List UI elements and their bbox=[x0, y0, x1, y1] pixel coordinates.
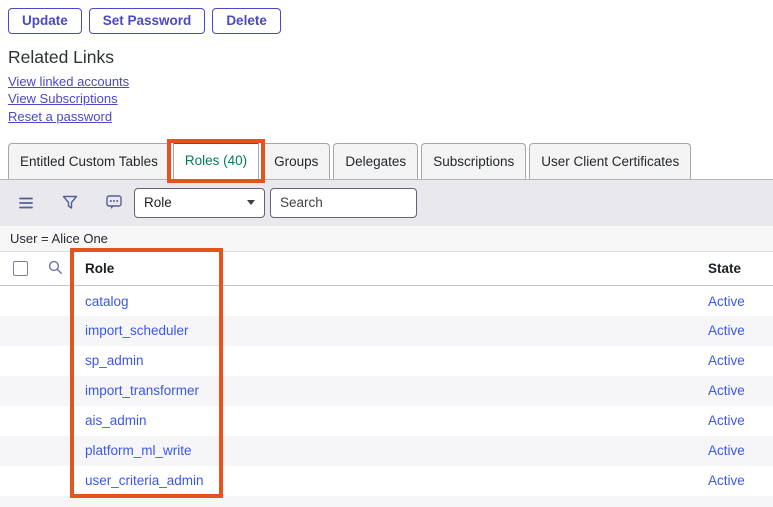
link-reset-a-password[interactable]: Reset a password bbox=[8, 108, 773, 125]
related-links-title: Related Links bbox=[8, 47, 773, 67]
state-link[interactable]: Active bbox=[708, 473, 745, 488]
link-view-subscriptions[interactable]: View Subscriptions bbox=[8, 90, 773, 107]
breadcrumb[interactable]: User = Alice One bbox=[10, 231, 108, 246]
link-view-linked-accounts[interactable]: View linked accounts bbox=[8, 73, 773, 90]
search-input[interactable] bbox=[270, 188, 417, 218]
role-link[interactable]: ais_admin bbox=[85, 413, 147, 428]
list-toolbar: Role bbox=[0, 180, 773, 226]
tab-delegates[interactable]: Delegates bbox=[333, 143, 418, 179]
table-row: catalog Active bbox=[0, 286, 773, 316]
role-link[interactable]: sp_admin bbox=[85, 353, 144, 368]
column-header-role[interactable]: Role bbox=[76, 252, 700, 286]
tab-groups[interactable]: Groups bbox=[262, 143, 330, 179]
delete-button[interactable]: Delete bbox=[212, 8, 281, 34]
set-password-button[interactable]: Set Password bbox=[89, 8, 206, 34]
table-row: platform_ml_write Active bbox=[0, 436, 773, 466]
search-icon[interactable] bbox=[48, 260, 63, 275]
chevron-down-icon bbox=[247, 200, 255, 205]
comment-icon[interactable] bbox=[106, 195, 122, 211]
state-link[interactable]: Active bbox=[708, 443, 745, 458]
tab-entitled-custom-tables[interactable]: Entitled Custom Tables bbox=[8, 143, 170, 179]
state-link[interactable]: Active bbox=[708, 323, 745, 338]
form-action-bar: Update Set Password Delete bbox=[0, 0, 773, 34]
table-header-row: Role State bbox=[0, 252, 773, 286]
state-link[interactable]: Active bbox=[708, 413, 745, 428]
role-link[interactable]: import_scheduler bbox=[85, 323, 189, 338]
search-column-value: Role bbox=[144, 195, 172, 210]
table-row: import_transformer Active bbox=[0, 376, 773, 406]
next-row-partial bbox=[0, 496, 773, 507]
state-link[interactable]: Active bbox=[708, 294, 745, 309]
search-column-select[interactable]: Role bbox=[134, 188, 265, 218]
table-row: ais_admin Active bbox=[0, 406, 773, 436]
tab-roles[interactable]: Roles (40) bbox=[173, 139, 259, 180]
related-lists-tabstrip: Entitled Custom Tables Roles (40) Groups… bbox=[0, 142, 773, 180]
update-button[interactable]: Update bbox=[8, 8, 82, 34]
role-link[interactable]: catalog bbox=[85, 294, 129, 309]
column-header-state[interactable]: State bbox=[700, 252, 773, 286]
related-links-section: Related Links View linked accounts View … bbox=[8, 47, 773, 125]
select-all-checkbox[interactable] bbox=[13, 261, 28, 276]
tab-user-client-certificates[interactable]: User Client Certificates bbox=[529, 143, 691, 179]
highlight-box-roles-tab bbox=[167, 139, 265, 183]
state-link[interactable]: Active bbox=[708, 383, 745, 398]
tab-subscriptions[interactable]: Subscriptions bbox=[421, 143, 526, 179]
table-row: user_criteria_admin Active bbox=[0, 466, 773, 496]
role-link[interactable]: user_criteria_admin bbox=[85, 473, 204, 488]
breadcrumb-row: User = Alice One bbox=[0, 226, 773, 252]
state-link[interactable]: Active bbox=[708, 353, 745, 368]
role-link[interactable]: import_transformer bbox=[85, 383, 199, 398]
menu-icon[interactable] bbox=[18, 195, 34, 211]
role-link[interactable]: platform_ml_write bbox=[85, 443, 192, 458]
roles-table: Role State catalog Active import_schedul… bbox=[0, 252, 773, 496]
filter-icon[interactable] bbox=[62, 195, 78, 211]
table-row: sp_admin Active bbox=[0, 346, 773, 376]
table-row: import_scheduler Active bbox=[0, 316, 773, 346]
